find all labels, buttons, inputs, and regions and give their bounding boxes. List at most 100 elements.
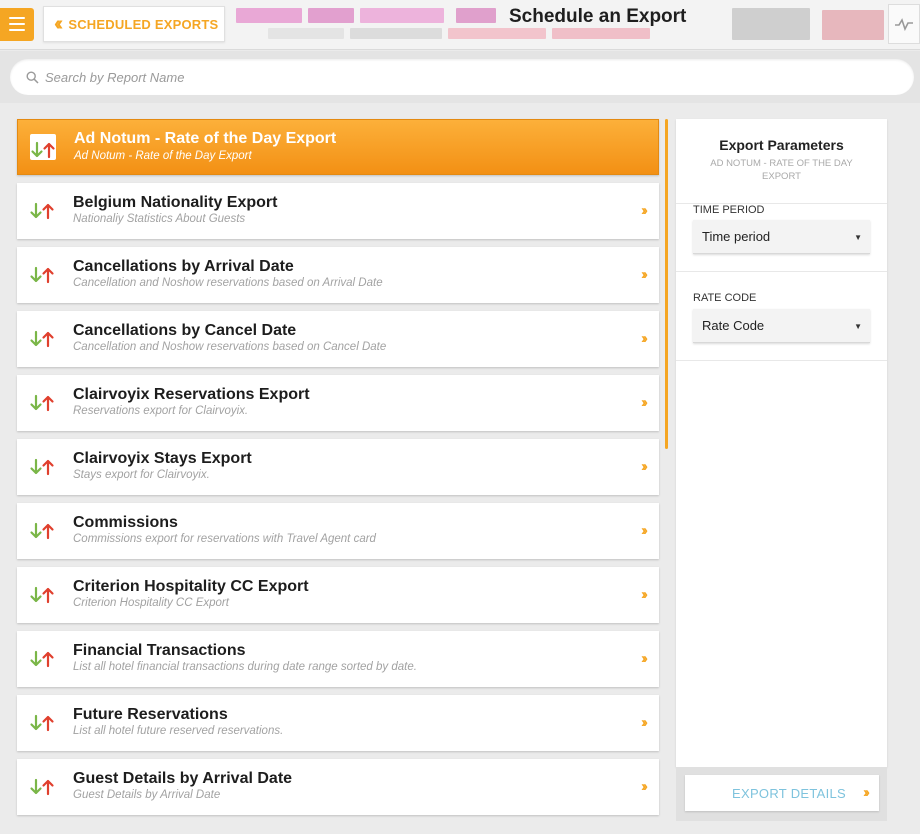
- report-description: Commissions export for reservations with…: [73, 533, 376, 545]
- export-parameters-panel: Export Parameters AD NOTUM - RATE OF THE…: [676, 119, 887, 767]
- double-chevron-right-icon: ››: [641, 458, 648, 475]
- report-name: Belgium Nationality Export: [73, 194, 278, 211]
- hamburger-icon-line: [9, 23, 25, 25]
- report-item[interactable]: Commissions Commissions export for reser…: [17, 503, 659, 559]
- report-icon: [29, 393, 55, 413]
- report-description: Reservations export for Clairvoyix.: [73, 405, 249, 417]
- report-name: Clairvoyix Stays Export: [73, 450, 252, 467]
- rate-code-select[interactable]: Rate Code ▼: [693, 309, 870, 343]
- double-chevron-right-icon: ››: [641, 202, 648, 219]
- report-name: Guest Details by Arrival Date: [73, 770, 293, 787]
- report-icon: [29, 649, 55, 669]
- top-header: ‹‹ SCHEDULED EXPORTS Schedule an Export: [0, 0, 920, 50]
- import-export-arrows-icon: [30, 266, 54, 284]
- report-icon: [29, 329, 55, 349]
- report-icon: [30, 134, 56, 160]
- import-export-arrows-icon: [30, 650, 54, 668]
- param-label: RATE CODE: [693, 292, 757, 304]
- search-input[interactable]: [45, 69, 885, 85]
- report-name: Criterion Hospitality CC Export: [73, 578, 309, 595]
- report-description: Cancellation and Noshow reservations bas…: [73, 277, 383, 289]
- report-description: Criterion Hospitality CC Export: [73, 597, 229, 609]
- param-rate-code: RATE CODE Rate Code ▼: [676, 271, 887, 360]
- report-icon: [29, 265, 55, 285]
- list-scrollbar[interactable]: [665, 119, 668, 449]
- report-item[interactable]: Future Reservations List all hotel futur…: [17, 695, 659, 751]
- report-name: Financial Transactions: [73, 642, 246, 659]
- time-period-select[interactable]: Time period ▼: [693, 220, 870, 254]
- report-item[interactable]: Criterion Hospitality CC Export Criterio…: [17, 567, 659, 623]
- report-item[interactable]: Guest Details by Arrival Date Guest Deta…: [17, 759, 659, 815]
- param-label: TIME PERIOD: [693, 204, 765, 216]
- report-description: Guest Details by Arrival Date: [73, 789, 221, 801]
- export-details-button[interactable]: EXPORT DETAILS ››: [685, 775, 879, 811]
- report-name: Commissions: [73, 514, 178, 531]
- report-description: List all hotel financial transactions du…: [73, 661, 417, 673]
- import-export-arrows-icon: [30, 458, 54, 476]
- report-icon: [29, 521, 55, 541]
- import-export-arrows-icon: [30, 586, 54, 604]
- report-description: List all hotel future reserved reservati…: [73, 725, 284, 737]
- report-icon: [29, 201, 55, 221]
- double-chevron-right-icon: ››: [641, 650, 648, 667]
- param-time-period: TIME PERIOD Time period ▼: [676, 203, 887, 271]
- double-chevron-right-icon: ››: [641, 522, 648, 539]
- activity-button[interactable]: [888, 4, 920, 44]
- report-item[interactable]: Financial Transactions List all hotel fi…: [17, 631, 659, 687]
- report-item[interactable]: Cancellations by Arrival Date Cancellati…: [17, 247, 659, 303]
- report-icon: [29, 713, 55, 733]
- search-icon: [26, 70, 39, 84]
- double-chevron-left-icon: ‹‹: [54, 13, 64, 35]
- report-name: Cancellations by Arrival Date: [73, 258, 294, 275]
- report-item[interactable]: Clairvoyix Reservations Export Reservati…: [17, 375, 659, 431]
- double-chevron-right-icon: ››: [641, 330, 648, 347]
- import-export-arrows-icon: [30, 522, 54, 540]
- report-item[interactable]: Ad Notum - Rate of the Day Export Ad Not…: [17, 119, 659, 175]
- double-chevron-right-icon: ››: [641, 714, 648, 731]
- double-chevron-right-icon: ››: [641, 394, 648, 411]
- report-icon: [29, 457, 55, 477]
- double-chevron-right-icon: ››: [863, 784, 870, 801]
- report-item[interactable]: Cancellations by Cancel Date Cancellatio…: [17, 311, 659, 367]
- activity-icon: [895, 18, 913, 31]
- report-list: Ad Notum - Rate of the Day Export Ad Not…: [17, 119, 659, 823]
- import-export-arrows-icon: [30, 714, 54, 732]
- scheduled-exports-back-button[interactable]: ‹‹ SCHEDULED EXPORTS: [43, 6, 225, 42]
- report-description: Nationaliy Statistics About Guests: [73, 213, 246, 225]
- page-title: Schedule an Export: [509, 6, 687, 27]
- search-box: [10, 59, 914, 95]
- report-description: Ad Notum - Rate of the Day Export: [74, 150, 252, 162]
- report-name: Ad Notum - Rate of the Day Export: [74, 130, 337, 147]
- select-value: Time period: [702, 229, 771, 244]
- select-value: Rate Code: [702, 318, 765, 333]
- report-item[interactable]: Belgium Nationality Export Nationaliy St…: [17, 183, 659, 239]
- report-name: Future Reservations: [73, 706, 228, 723]
- panel-header: Export Parameters AD NOTUM - RATE OF THE…: [676, 119, 887, 203]
- import-export-arrows-icon: [30, 202, 54, 220]
- export-details-label: EXPORT DETAILS: [732, 785, 847, 801]
- hamburger-icon-line: [9, 29, 25, 31]
- import-export-arrows-icon: [30, 778, 54, 796]
- import-export-arrows-icon: [30, 330, 54, 348]
- report-name: Clairvoyix Reservations Export: [73, 386, 310, 403]
- double-chevron-right-icon: ››: [641, 586, 648, 603]
- search-bar-area: [0, 51, 920, 103]
- panel-footer: EXPORT DETAILS ››: [676, 767, 887, 821]
- report-description: Stays export for Clairvoyix.: [73, 469, 210, 481]
- import-export-arrows-icon: [31, 141, 55, 159]
- import-export-arrows-icon: [30, 394, 54, 412]
- double-chevron-right-icon: ››: [641, 266, 648, 283]
- menu-button[interactable]: [0, 8, 34, 41]
- hamburger-icon: [9, 17, 25, 19]
- panel-divider: [676, 360, 887, 361]
- double-chevron-right-icon: ››: [641, 778, 648, 795]
- report-item[interactable]: Clairvoyix Stays Export Stays export for…: [17, 439, 659, 495]
- report-icon: [29, 585, 55, 605]
- back-button-label: SCHEDULED EXPORTS: [68, 16, 219, 32]
- panel-title: Export Parameters: [719, 137, 844, 153]
- panel-subtitle: AD NOTUM - RATE OF THE DAY EXPORT: [710, 158, 853, 182]
- report-icon: [29, 777, 55, 797]
- caret-down-icon: ▼: [854, 322, 862, 331]
- report-name: Cancellations by Cancel Date: [73, 322, 297, 339]
- caret-down-icon: ▼: [854, 233, 862, 242]
